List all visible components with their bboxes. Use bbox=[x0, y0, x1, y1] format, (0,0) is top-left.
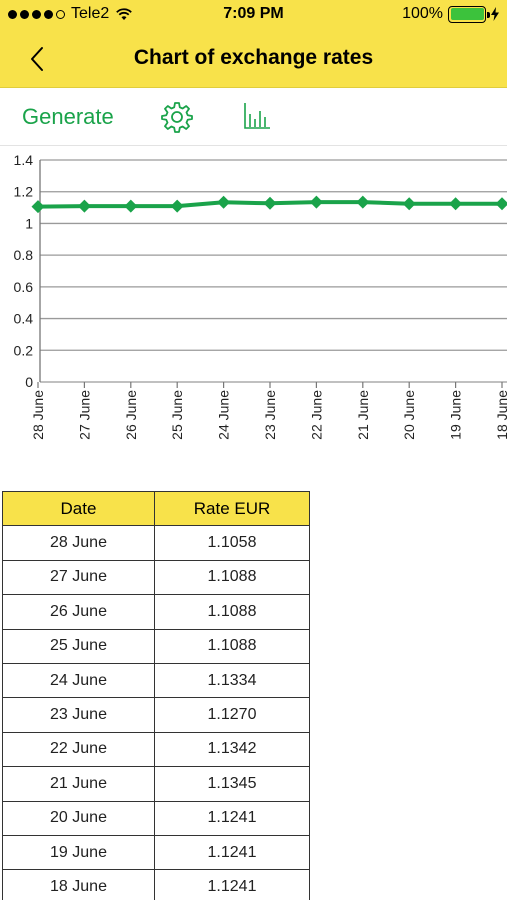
table-row: 23 June 1.1270 bbox=[2, 697, 310, 733]
table-cell-date: 18 June bbox=[2, 869, 155, 900]
table-row: 26 June 1.1088 bbox=[2, 594, 310, 630]
y-tick-label: 0.8 bbox=[14, 247, 34, 263]
table-cell-date: 25 June bbox=[2, 628, 155, 664]
table-cell-date: 26 June bbox=[2, 594, 155, 630]
table-cell-rate: 1.1345 bbox=[154, 766, 310, 802]
header: Tele2 7:09 PM 100% Chart of exchange rat… bbox=[0, 0, 507, 88]
x-tick-label: 19 June bbox=[448, 390, 464, 440]
table-cell-date: 21 June bbox=[2, 766, 155, 802]
navigation-bar: Chart of exchange rates bbox=[0, 30, 507, 88]
data-point-marker bbox=[495, 197, 507, 211]
table-row: 18 June 1.1241 bbox=[2, 869, 310, 900]
y-tick-label: 1.4 bbox=[14, 152, 34, 168]
table-cell-date: 24 June bbox=[2, 662, 155, 699]
table-cell-date: 23 June bbox=[2, 697, 155, 733]
exchange-rate-line-chart: 1.4 1.2 1 0.8 0.6 0.4 0.2 028 June 27 June 26 Jun… bbox=[14, 152, 507, 440]
data-point-marker bbox=[356, 195, 370, 209]
table-cell-rate: 1.1241 bbox=[154, 834, 310, 871]
table-cell-rate: 1.1088 bbox=[154, 628, 310, 664]
table-cell-rate: 1.1270 bbox=[154, 697, 310, 733]
column-header-date: Date bbox=[2, 490, 155, 527]
table-cell-rate: 1.1334 bbox=[154, 662, 310, 699]
status-bar: Tele2 7:09 PM 100% bbox=[0, 0, 507, 30]
data-point-marker bbox=[124, 199, 138, 213]
generate-button[interactable]: Generate bbox=[22, 104, 114, 130]
table-header-row: Date Rate EUR bbox=[2, 490, 310, 527]
table-cell-date: 22 June bbox=[2, 731, 155, 768]
table-cell-rate: 1.1241 bbox=[154, 800, 310, 836]
x-tick-label: 18 June bbox=[494, 390, 507, 440]
table-row: 19 June 1.1241 bbox=[2, 834, 310, 871]
table-row: 24 June 1.1334 bbox=[2, 662, 310, 699]
table-row: 28 June 1.1058 bbox=[2, 525, 310, 561]
x-tick-label: 27 June bbox=[76, 390, 92, 440]
table-cell-date: 28 June bbox=[2, 525, 155, 561]
data-point-marker bbox=[449, 197, 463, 211]
battery-icon bbox=[448, 5, 490, 23]
data-point-marker bbox=[309, 195, 323, 209]
y-tick-label: 1.2 bbox=[14, 184, 34, 200]
x-tick-label: 22 June bbox=[308, 390, 324, 440]
table-row: 27 June 1.1088 bbox=[2, 559, 310, 596]
toolbar: Generate bbox=[0, 88, 507, 146]
y-tick-label: 1 bbox=[25, 215, 33, 231]
table-cell-rate: 1.1058 bbox=[154, 525, 310, 561]
bar-chart-icon[interactable] bbox=[242, 100, 272, 132]
x-tick-label: 28 June bbox=[30, 390, 46, 440]
column-header-rate: Rate EUR bbox=[154, 490, 310, 527]
data-point-marker bbox=[31, 200, 45, 214]
table-row: 22 June 1.1342 bbox=[2, 731, 310, 768]
rates-table: Date Rate EUR 28 June 1.1058 27 June 1.108… bbox=[2, 490, 310, 900]
table-cell-rate: 1.1241 bbox=[154, 869, 310, 900]
x-tick-label: 21 June bbox=[355, 390, 371, 440]
y-tick-label: 0.4 bbox=[14, 311, 34, 327]
battery-percent: 100% bbox=[402, 5, 443, 22]
y-tick-label: 0.2 bbox=[14, 342, 34, 358]
x-tick-label: 26 June bbox=[123, 390, 139, 440]
data-point-marker bbox=[77, 199, 91, 213]
table-row: 25 June 1.1088 bbox=[2, 628, 310, 664]
y-tick-label: 0.6 bbox=[14, 279, 34, 295]
x-tick-label: 23 June bbox=[262, 390, 278, 440]
page-title: Chart of exchange rates bbox=[133, 46, 374, 69]
data-point-marker bbox=[170, 199, 184, 213]
charging-bolt-icon bbox=[491, 7, 499, 21]
status-bar-right: 100% bbox=[402, 5, 499, 23]
table-cell-date: 19 June bbox=[2, 834, 155, 871]
table-cell-rate: 1.1088 bbox=[154, 559, 310, 596]
y-tick-label: 0 bbox=[25, 374, 33, 390]
data-point-marker bbox=[402, 197, 416, 211]
table-row: 21 June 1.1345 bbox=[2, 766, 310, 802]
table-cell-rate: 1.1088 bbox=[154, 594, 310, 630]
x-tick-label: 24 June bbox=[216, 390, 232, 440]
table-cell-rate: 1.1342 bbox=[154, 731, 310, 768]
table-row: 20 June 1.1241 bbox=[2, 800, 310, 836]
x-tick-label: 25 June bbox=[169, 390, 185, 440]
x-tick-label: 20 June bbox=[401, 390, 417, 440]
data-point-marker bbox=[263, 196, 277, 210]
data-point-marker bbox=[217, 195, 231, 209]
table-cell-date: 20 June bbox=[2, 800, 155, 836]
gear-icon[interactable] bbox=[160, 100, 194, 134]
table-cell-date: 27 June bbox=[2, 559, 155, 596]
